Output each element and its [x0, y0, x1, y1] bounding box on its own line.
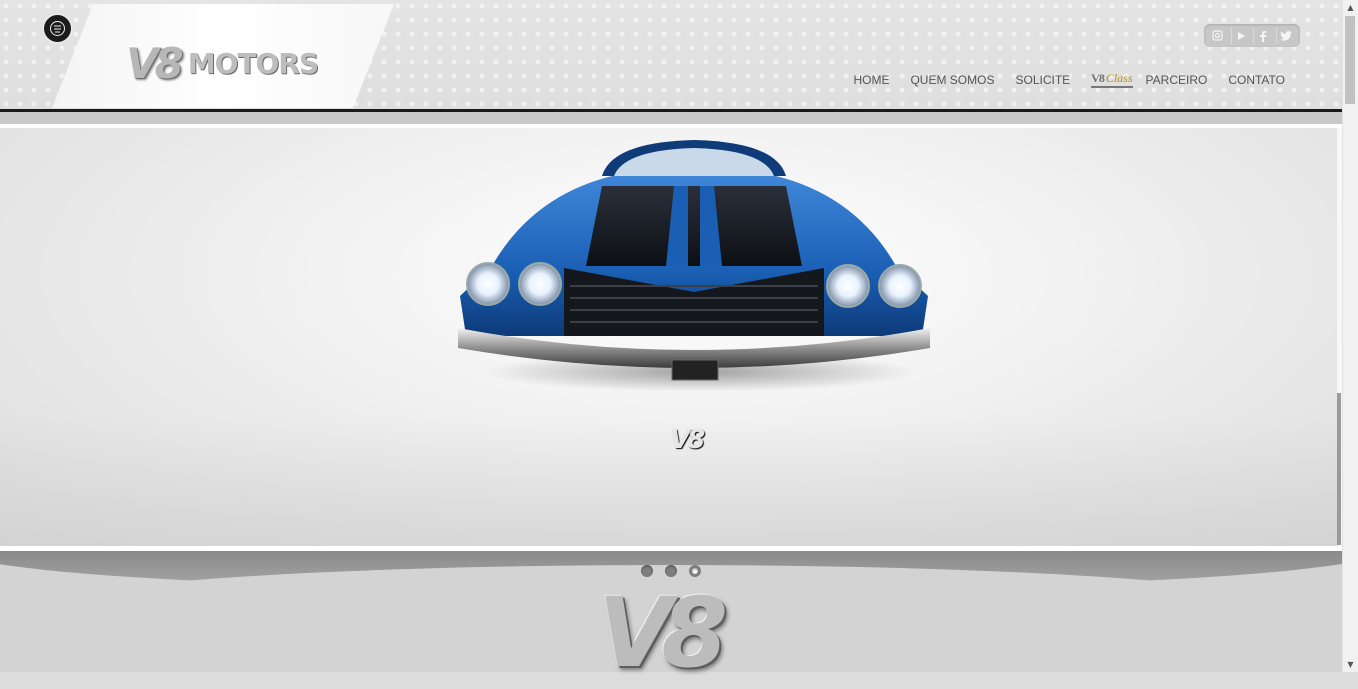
- slider-dots: [641, 565, 701, 577]
- site-header: V8 MOTORS HOME QUEM SOMOS SOLICITE V8 Cl…: [0, 0, 1343, 109]
- hero-floor: [0, 416, 1337, 546]
- nav-quem-somos[interactable]: QUEM SOMOS: [910, 73, 994, 87]
- social-links: [1204, 24, 1300, 47]
- blue-muscle-car-image: [458, 140, 930, 381]
- nav-solicite[interactable]: SOLICITE: [1015, 73, 1070, 87]
- youtube-icon[interactable]: [1230, 27, 1250, 44]
- car-grille-badge: V8: [670, 425, 705, 455]
- logo-v8-text: V8: [126, 38, 184, 88]
- page-scrollbar[interactable]: ▲ ▼: [1342, 0, 1358, 672]
- instagram-icon[interactable]: [1209, 27, 1227, 44]
- nav-home[interactable]: HOME: [853, 73, 889, 87]
- main-nav: HOME QUEM SOMOS SOLICITE V8 Class PARCEI…: [853, 70, 1285, 88]
- facebook-icon[interactable]: [1253, 27, 1272, 44]
- logo-motors-text: MOTORS: [187, 46, 319, 80]
- nav-v8-class-class: Class: [1105, 70, 1133, 85]
- scroll-up-arrow-icon[interactable]: ▲: [1343, 0, 1358, 15]
- nav-parceiro[interactable]: PARCEIRO: [1146, 73, 1208, 87]
- twitter-icon[interactable]: [1276, 27, 1295, 44]
- slider-dot-1[interactable]: [641, 565, 653, 577]
- footer-v8-logo: V8: [598, 577, 728, 689]
- nav-v8-class-v8: V8: [1091, 70, 1105, 85]
- scroll-thumb[interactable]: [1345, 16, 1355, 104]
- nav-contato[interactable]: CONTATO: [1228, 73, 1285, 87]
- hero-side-marker: [1337, 393, 1341, 545]
- slider-dot-3[interactable]: [689, 565, 701, 577]
- nav-v8-class[interactable]: V8 Class: [1091, 70, 1133, 88]
- site-logo[interactable]: V8 MOTORS: [126, 38, 319, 88]
- globe-icon[interactable]: [44, 15, 71, 42]
- scroll-down-arrow-icon[interactable]: ▼: [1343, 657, 1358, 672]
- slider-dot-2[interactable]: [665, 565, 677, 577]
- header-under-strip: [0, 112, 1343, 124]
